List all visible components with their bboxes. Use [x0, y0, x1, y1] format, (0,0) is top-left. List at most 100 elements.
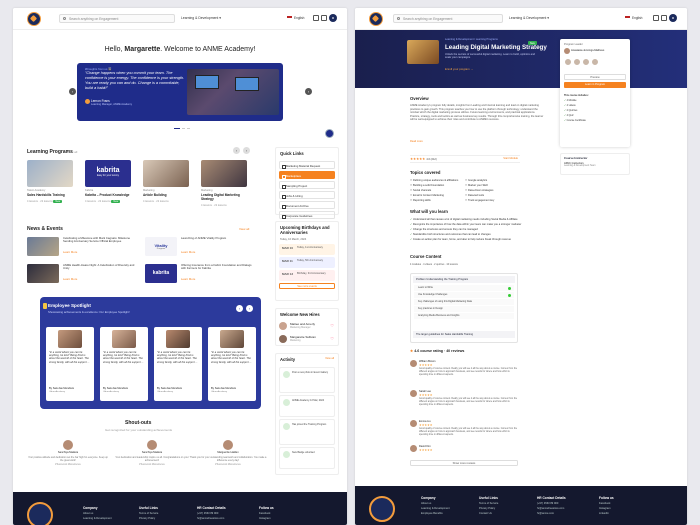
program-card[interactable]: Marketing Leading Digital Marketing Stra… [201, 160, 247, 207]
footer-logo [27, 502, 53, 525]
anme-logo[interactable] [27, 12, 41, 26]
learning-view-all-link[interactable]: View all [67, 150, 77, 154]
learn-more-link[interactable]: Learn More [181, 277, 195, 281]
learning-next-button[interactable]: › [243, 147, 250, 154]
quick-link[interactable]: Document Archive [279, 201, 335, 209]
program-card[interactable]: Marketing Article Building 4 lessons · 2… [143, 160, 189, 206]
program-card[interactable]: Talent Academy Sales Hardskills Training… [27, 160, 73, 206]
activity-view-all-link[interactable]: View all [325, 357, 334, 360]
lesson-item[interactable]: Use Knowledge Challenges [414, 292, 514, 298]
anme-logo[interactable] [369, 12, 383, 26]
spotlight-card[interactable]: "In a world where you can be anything, b… [100, 327, 148, 401]
employee-photo [112, 330, 136, 348]
search-icon [63, 17, 66, 20]
language-select[interactable]: English [287, 16, 304, 20]
course-content-accordion: Problem Understanding the Training Progr… [410, 273, 518, 343]
avatar [147, 440, 157, 450]
activity-item[interactable]: New Badge unlocked [279, 447, 335, 469]
vitality-logo: Vitality Program [145, 237, 177, 256]
show-more-reviews-button[interactable]: Show more reviews [410, 460, 518, 466]
activity-item[interactable]: ANME Academy 13 Mar, 2024 [279, 395, 335, 417]
enroll-link[interactable]: Enroll your program → [445, 67, 473, 71]
spotlight-card[interactable]: "In a world where you can be anything, b… [208, 327, 256, 401]
photo-icon [283, 371, 290, 378]
lesson-item[interactable]: Analyzing Media Business and Insights [414, 313, 514, 319]
instructor-card: Course Instructor APAC Instructors Learn… [560, 153, 630, 175]
spotlight-card[interactable]: "In a world where you can be anything, b… [46, 327, 94, 401]
overview-text: ANME Academy's program fully details, in… [410, 104, 544, 122]
heart-icon[interactable]: ♡ [330, 323, 334, 328]
see-more-events-button[interactable]: See more events [279, 283, 335, 289]
spotlight-next-button[interactable]: › [246, 305, 253, 312]
news-item[interactable]: kabrita Offering Insurance from a Fabric… [145, 263, 253, 284]
lesson-item[interactable]: Key practices in Design [414, 306, 514, 312]
welcome-heading: Hello, Margarette. Welcome to ANME Acade… [104, 46, 256, 53]
program-description: Unlock the secrets of successful digital… [445, 53, 535, 60]
enroll-button[interactable]: Learn in Program [564, 82, 626, 88]
new-hires-panel: Welcome New Hires Matteo and Amerly Mark… [275, 308, 339, 346]
user-avatar[interactable]: M [329, 14, 337, 22]
heart-icon[interactable]: ♡ [330, 336, 334, 341]
learn-more-link[interactable]: Learn More [181, 250, 195, 254]
carousel-prev-button[interactable]: ‹ [69, 88, 76, 95]
news-item[interactable]: Celebrating a Milestone with Mark Cagnat… [27, 236, 135, 257]
quick-link[interactable]: Marketing Material Request [279, 161, 335, 169]
learn-more-link[interactable]: Learn More [63, 277, 77, 281]
quick-link[interactable]: Jobs & Hiring [279, 191, 335, 199]
preview-button[interactable]: Preview [564, 74, 626, 80]
department-dropdown[interactable]: Learning & Development ▾ [509, 16, 549, 20]
messages-icon[interactable] [321, 15, 327, 21]
search-input[interactable]: Search anything on Engagement [393, 14, 503, 23]
chat-fab-button[interactable] [325, 129, 334, 138]
language-select[interactable]: English [625, 16, 642, 20]
review-item: David Kim ★★★★★ [410, 445, 520, 457]
learn-more-link[interactable]: Learn More [63, 250, 77, 254]
module-header[interactable]: Problem Understanding the Training Progr… [413, 276, 515, 283]
news-view-all-link[interactable]: View all [239, 227, 249, 231]
shoutout-card[interactable]: Sanchiya Madera Your dedication and lead… [111, 440, 193, 466]
footer-col-hr: HR Contact Details (+97) 4563 89 900 hr@an… [197, 506, 226, 520]
news-item[interactable]: Vitality Program Launching of ANME Vital… [145, 236, 253, 257]
breadcrumb[interactable]: Learning & Development / Learning Progra… [445, 38, 498, 41]
start-module-link[interactable]: Start Module [503, 157, 518, 160]
notifications-icon[interactable] [313, 15, 319, 21]
quick-link[interactable]: Marketplace [279, 171, 335, 179]
lesson-item[interactable]: Key challenges of using this Digital Mar… [414, 299, 514, 305]
birthdays-panel: Upcoming Birthdays and Anniversaries Tod… [275, 221, 339, 301]
notifications-icon[interactable] [653, 15, 659, 21]
read-more-link[interactable]: Read more [410, 140, 423, 144]
event-item[interactable]: MAR 13 Birthday, 3rd Anniversary [279, 270, 335, 281]
program-card[interactable]: kabrita Easy for your tummy Kabrita Kabr… [85, 160, 131, 206]
avatar [564, 48, 570, 54]
quick-link[interactable]: Sampling Project [279, 181, 335, 189]
module-header[interactable]: The larger guidelines for Sales Hardskil… [413, 331, 515, 338]
messages-icon[interactable] [661, 15, 667, 21]
lesson-item[interactable]: Learn to Write [414, 285, 514, 291]
shoutout-card[interactable]: Marguerite Halden Thank you for your out… [187, 440, 269, 466]
news-item[interactable]: ANME Health-Aware Night: A Celebration o… [27, 263, 135, 284]
carousel-dots[interactable] [173, 125, 191, 130]
learning-prev-button[interactable]: ‹ [233, 147, 240, 154]
star-icon: ★★★★★ [410, 157, 426, 161]
avatar [410, 360, 417, 367]
department-dropdown[interactable]: Learning & Development ▾ [181, 16, 221, 20]
spotlight-prev-button[interactable]: ‹ [236, 305, 243, 312]
avatar [410, 420, 417, 427]
course-includes: This course includes: 4 Module 4 videos … [564, 93, 589, 123]
shoutout-card[interactable]: Sanchiya Madera Your positive attitude a… [27, 440, 109, 466]
search-input[interactable]: Search anything on Engagement [59, 14, 175, 23]
top-bar: Search anything on Engagement Learning &… [13, 8, 347, 30]
quick-link[interactable]: Corporate Guidelines [279, 211, 335, 219]
user-avatar[interactable]: M [669, 14, 677, 22]
author-avatar [85, 99, 90, 104]
carousel-next-button[interactable]: › [305, 88, 312, 95]
new-hire-item[interactable]: Margarette Sullivan Marketing ♡ [279, 334, 335, 346]
learning-programs-title: Learning Programs [27, 149, 73, 155]
event-item[interactable]: MAR 10 Today, 1st Anniversary [279, 244, 335, 255]
activity-item[interactable]: Post a new photo in Event Gallery [279, 367, 335, 393]
event-item[interactable]: MAR 11 Today, 5th Anniversary [279, 257, 335, 268]
avatar [279, 322, 287, 330]
spotlight-card[interactable]: "In a world where you can be anything, b… [154, 327, 202, 401]
new-hire-item[interactable]: Matteo and Amerly Marketing Manager ♡ [279, 321, 335, 333]
activity-item[interactable]: Has joined the Training Program [279, 419, 335, 445]
